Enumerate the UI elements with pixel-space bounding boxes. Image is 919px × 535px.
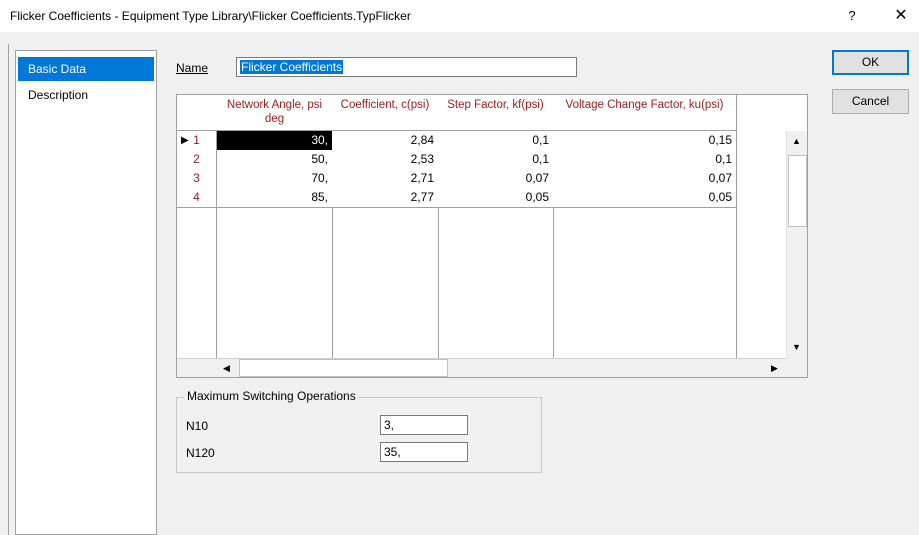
table-cell[interactable]: 2,84 (332, 131, 439, 151)
scrollbar-corner (786, 358, 807, 377)
page-navigation-list: Basic Data Description (15, 50, 157, 535)
table-cell[interactable]: 0,07 (438, 169, 554, 189)
row-header[interactable]: 3 (177, 169, 217, 189)
window-title: Flicker Coefficients - Equipment Type Li… (10, 9, 411, 23)
table-cell[interactable]: 0,05 (438, 188, 554, 208)
current-row-marker-icon: ▶ (181, 135, 189, 146)
scroll-right-icon[interactable]: ▶ (765, 358, 784, 378)
table-cell[interactable]: 85, (217, 188, 333, 208)
name-label: Name (176, 61, 209, 75)
table-horizontal-scrollbar[interactable]: ◀ ▶ (177, 358, 786, 377)
table-cell[interactable]: 30, (217, 131, 333, 151)
window-left-divider (8, 44, 9, 535)
close-button[interactable]: ✕ (890, 5, 912, 27)
help-button[interactable]: ? (842, 6, 862, 26)
table-cell[interactable]: 50, (217, 150, 333, 170)
n120-label: N120 (186, 446, 215, 460)
coefficients-table: Network Angle, psi deg Coefficient, c(ps… (176, 94, 808, 378)
vertical-scroll-thumb[interactable] (788, 155, 807, 227)
column-header-step-factor[interactable]: Step Factor, kf(psi) (438, 95, 554, 131)
table-cell[interactable]: 70, (217, 169, 333, 189)
table-cell[interactable]: 0,15 (553, 131, 737, 151)
row-header[interactable]: 4 (177, 188, 217, 208)
n10-input[interactable]: 3, (380, 415, 468, 435)
column-header-network-angle[interactable]: Network Angle, psi deg (217, 95, 333, 131)
title-bar: Flicker Coefficients - Equipment Type Li… (0, 0, 919, 32)
scroll-left-icon[interactable]: ◀ (217, 358, 236, 378)
ok-button[interactable]: OK (832, 50, 909, 75)
table-cell[interactable]: 2,71 (332, 169, 439, 189)
nav-item-basic-data[interactable]: Basic Data (18, 57, 154, 81)
row-header[interactable]: 2 (177, 150, 217, 170)
cancel-button[interactable]: Cancel (832, 89, 909, 114)
table-cell[interactable]: 2,77 (332, 188, 439, 208)
table-cell[interactable]: 0,1 (438, 131, 554, 151)
table-cell[interactable]: 2,53 (332, 150, 439, 170)
table-corner-header (177, 95, 218, 131)
table-cell[interactable]: 0,05 (553, 188, 737, 208)
switching-operations-group (176, 397, 542, 473)
column-header-voltage-change-factor[interactable]: Voltage Change Factor, ku(psi) (553, 95, 737, 131)
dialog-window: Flicker Coefficients - Equipment Type Li… (0, 0, 919, 535)
name-input[interactable]: Flicker Coefficients (236, 57, 577, 77)
table-vertical-scrollbar[interactable]: ▲ ▼ (786, 131, 807, 359)
scroll-up-icon[interactable]: ▲ (787, 131, 806, 151)
n120-input[interactable]: 35, (380, 442, 468, 462)
row-header[interactable]: ▶ 1 (177, 131, 217, 151)
scroll-down-icon[interactable]: ▼ (787, 337, 806, 357)
column-header-coefficient[interactable]: Coefficient, c(psi) (332, 95, 439, 131)
nav-item-description[interactable]: Description (18, 83, 154, 107)
table-cell[interactable]: 0,1 (553, 150, 737, 170)
horizontal-scroll-thumb[interactable] (239, 359, 448, 377)
table-cell[interactable]: 0,07 (553, 169, 737, 189)
name-input-value: Flicker Coefficients (240, 60, 344, 74)
table-cell[interactable]: 0,1 (438, 150, 554, 170)
n10-label: N10 (186, 419, 209, 433)
switching-operations-title: Maximum Switching Operations (184, 389, 359, 403)
